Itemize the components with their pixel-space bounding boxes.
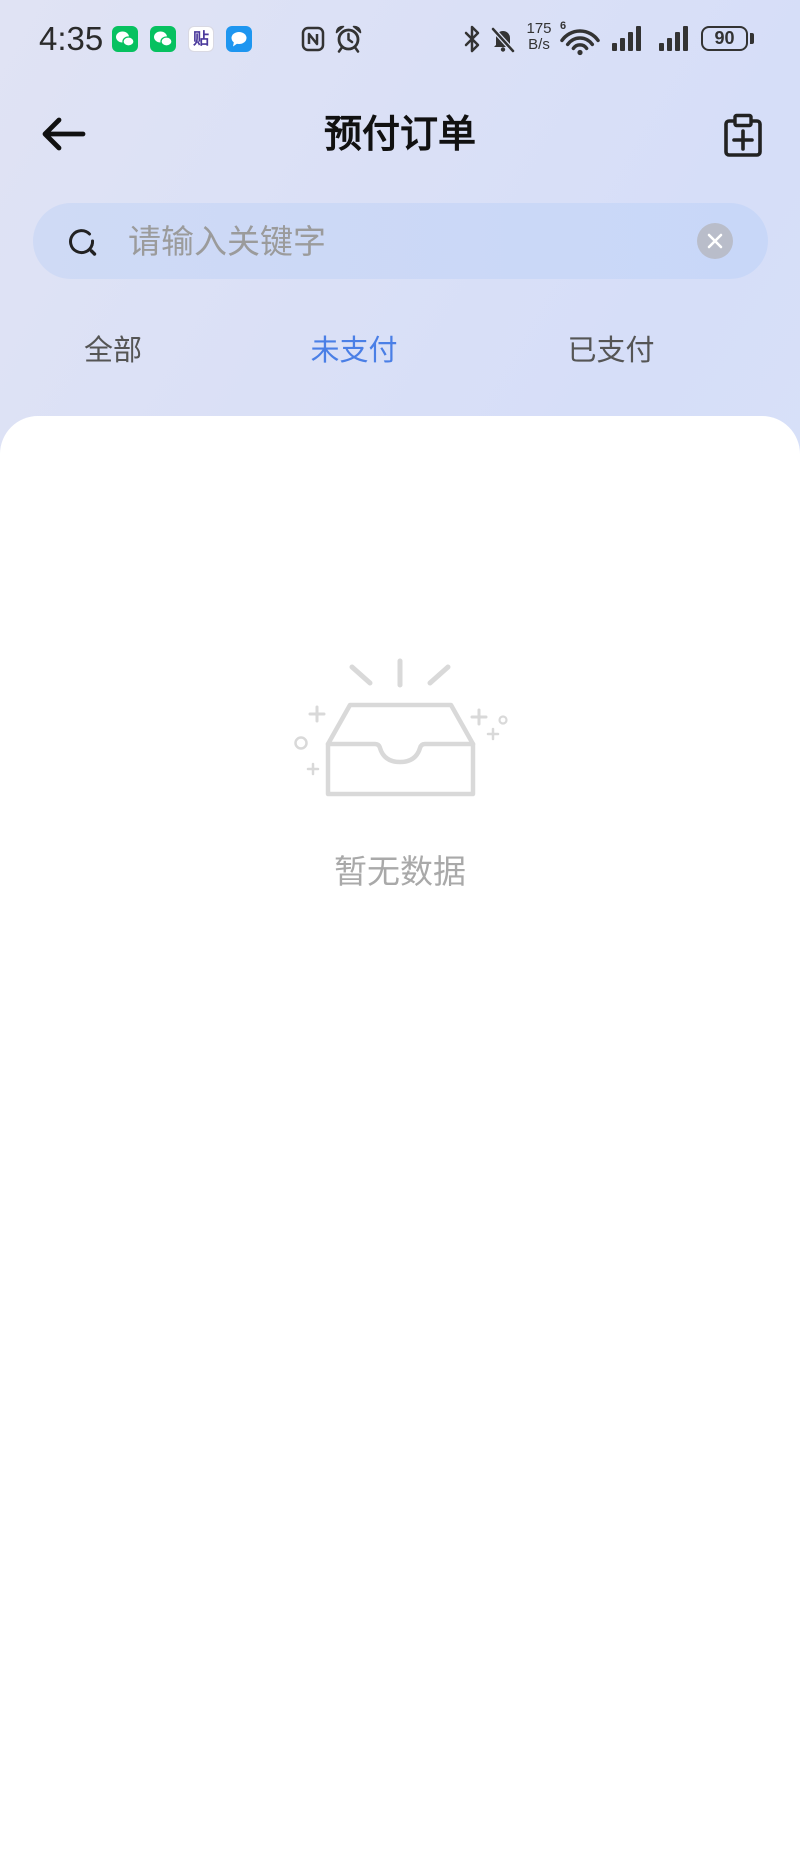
tie-app-glyph: 贴 [192,29,209,48]
page-title: 预付订单 [323,112,476,156]
net-speed-value: 175 [526,20,552,37]
add-order-button[interactable] [723,113,763,157]
wechat-icon [150,26,176,52]
wifi-generation-badge: 6 [560,20,567,32]
status-time: 4:35 [39,20,104,57]
alarm-icon [335,25,362,53]
empty-inbox-icon [294,658,508,797]
clear-icon [707,233,723,249]
clipboard-add-icon [724,113,762,157]
signal-icon [612,26,641,51]
tab-all[interactable]: 全部 [13,328,213,372]
tie-app-icon: 贴 [188,26,214,52]
empty-state-text: 暂无数据 [334,852,466,891]
message-icon [226,26,252,52]
mute-bell-icon [491,27,515,53]
order-list-panel [0,416,800,1854]
signal-icon [659,26,688,51]
clear-search-button[interactable] [697,223,733,259]
battery-nub [750,33,754,44]
net-speed: 175 B/s [521,21,557,53]
search-input[interactable] [128,203,683,279]
battery-icon: 90 [701,26,748,51]
tab-paid[interactable]: 已支付 [511,328,711,372]
tab-unpaid[interactable]: 未支付 [254,328,454,372]
battery-level: 90 [714,28,735,48]
nfc-icon [301,26,325,52]
net-speed-unit: B/s [528,36,550,53]
wechat-icon [112,26,138,52]
search-icon [69,229,97,256]
bluetooth-icon [464,25,480,53]
